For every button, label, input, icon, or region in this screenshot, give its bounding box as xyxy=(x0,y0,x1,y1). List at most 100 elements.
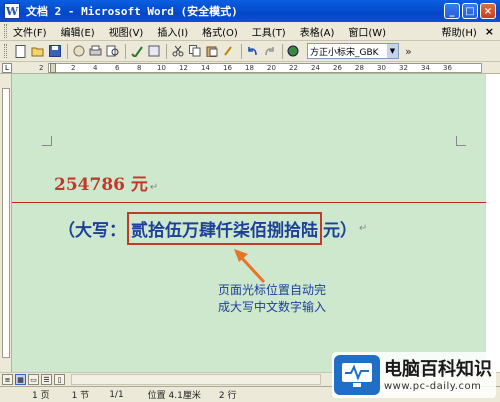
toolbar-separator xyxy=(241,43,242,59)
amount-text[interactable]: 254786 元 ↵ xyxy=(54,170,158,195)
print-icon[interactable] xyxy=(88,44,103,59)
toolbar-separator xyxy=(166,43,167,59)
tab-selector-icon[interactable]: L xyxy=(2,63,12,73)
daxie-value: 贰拾伍万肆仟柒佰捌拾陆 xyxy=(131,221,318,241)
paragraph-mark: ↵ xyxy=(149,182,159,193)
cut-icon[interactable] xyxy=(170,44,185,59)
toolbar-grip[interactable] xyxy=(4,44,7,58)
status-section: 1 节 xyxy=(71,391,90,401)
monitor-logo-icon xyxy=(334,355,380,395)
font-name-select[interactable]: 方正小标宋_GBK ▼ xyxy=(307,43,399,59)
document-area[interactable]: 254786 元 ↵ （大写： 贰拾伍万肆仟柒佰捌拾陆 元） ↵ 页面光标位置自动完 成… xyxy=(12,74,486,372)
toolbar-separator xyxy=(67,43,68,59)
ruler-number: 14 xyxy=(201,64,210,72)
ruler-number: 28 xyxy=(355,64,364,72)
annotation-arrow-icon xyxy=(234,249,266,284)
chinese-amount-line[interactable]: （大写： 贰拾伍万肆仟柒佰捌拾陆 元） ↵ xyxy=(58,212,367,245)
standard-toolbar: 方正小标宋_GBK ▼ » xyxy=(0,41,500,62)
outline-view-icon[interactable]: ☰ xyxy=(41,374,52,385)
red-guide-line xyxy=(12,202,486,203)
note-line-2: 成大写中文数字输入 xyxy=(217,300,326,314)
title-bar: W 文档 2 - Microsoft Word (安全模式) _ □ × xyxy=(0,0,500,22)
close-button[interactable]: × xyxy=(480,3,496,19)
minimize-button[interactable]: _ xyxy=(444,3,460,19)
ruler-number: 4 xyxy=(93,64,98,72)
note-line-1: 页面光标位置自动完 xyxy=(217,283,326,297)
menu-bar: 文件(F) 编辑(E) 视图(V) 插入(I) 格式(O) 工具(T) 表格(A… xyxy=(0,22,500,41)
menu-window[interactable]: 窗口(W) xyxy=(348,24,386,39)
ruler-number: 36 xyxy=(443,64,452,72)
status-line: 2 行 xyxy=(218,391,237,401)
maximize-button[interactable]: □ xyxy=(462,3,478,19)
daxie-open: （大写： xyxy=(58,221,126,241)
status-page: 1 页 xyxy=(32,391,50,401)
indent-marker[interactable] xyxy=(50,63,56,73)
ruler-number: 10 xyxy=(157,64,166,72)
horizontal-ruler[interactable]: L 2 2 4 6 8 10 12 14 16 18 20 22 24 26 2… xyxy=(0,62,500,74)
ruler-number: 20 xyxy=(267,64,276,72)
status-position: 位置 4.1厘米 xyxy=(147,391,201,401)
doc-close-icon[interactable]: × xyxy=(485,25,494,38)
paragraph-mark: ↵ xyxy=(359,223,368,234)
watermark-brand: 电脑百科知识 xyxy=(384,358,492,380)
menu-help[interactable]: 帮助(H) xyxy=(441,24,476,39)
permission-icon[interactable] xyxy=(71,44,86,59)
daxie-highlight-box: 贰拾伍万肆仟柒佰捌拾陆 xyxy=(127,212,322,245)
ruler-number: 2 xyxy=(39,64,44,72)
watermark-url: www.pc-daily.com xyxy=(384,380,482,392)
ruler-number: 30 xyxy=(377,64,386,72)
menu-tools[interactable]: 工具(T) xyxy=(252,24,286,39)
font-name-value: 方正小标宋_GBK xyxy=(310,47,379,58)
web-layout-icon[interactable]: ▦ xyxy=(15,374,26,385)
format-painter-icon[interactable] xyxy=(221,44,236,59)
spelling-icon[interactable] xyxy=(129,44,144,59)
ruler-number: 24 xyxy=(311,64,320,72)
ruler-number: 6 xyxy=(115,64,120,72)
hyperlink-icon[interactable] xyxy=(286,44,301,59)
vertical-ruler[interactable] xyxy=(0,74,12,372)
save-icon[interactable] xyxy=(47,44,62,59)
daxie-close: 元） xyxy=(323,221,357,241)
ruler-number: 18 xyxy=(245,64,254,72)
redo-icon[interactable] xyxy=(262,44,277,59)
ruler-numbers: 2 2 4 6 8 10 12 14 16 18 20 22 24 26 28 … xyxy=(39,64,481,74)
new-document-icon[interactable] xyxy=(13,44,28,59)
research-icon[interactable] xyxy=(146,44,161,59)
reading-view-icon[interactable]: ▯ xyxy=(54,374,65,385)
horizontal-scrollbar[interactable] xyxy=(71,374,321,385)
page-corner-mark xyxy=(456,136,466,146)
ruler-number: 16 xyxy=(223,64,232,72)
ruler-number: 22 xyxy=(289,64,298,72)
amount-value: 254786 元 xyxy=(54,175,148,195)
ruler-number: 26 xyxy=(333,64,342,72)
menu-file[interactable]: 文件(F) xyxy=(13,24,47,39)
print-preview-icon[interactable] xyxy=(105,44,120,59)
ruler-scale: 2 2 4 6 8 10 12 14 16 18 20 22 24 26 28 … xyxy=(39,63,482,74)
menu-insert[interactable]: 插入(I) xyxy=(157,24,188,39)
page-corner-mark xyxy=(42,136,52,146)
copy-icon[interactable] xyxy=(187,44,202,59)
open-folder-icon[interactable] xyxy=(30,44,45,59)
menu-edit[interactable]: 编辑(E) xyxy=(61,24,95,39)
paste-icon[interactable] xyxy=(204,44,219,59)
watermark-logo: 电脑百科知识 www.pc-daily.com xyxy=(332,352,496,398)
ruler-number: 12 xyxy=(179,64,188,72)
menu-grip[interactable] xyxy=(4,24,7,38)
word-app-icon[interactable]: W xyxy=(4,3,20,19)
print-layout-icon[interactable]: ▭ xyxy=(28,374,39,385)
chevron-down-icon[interactable]: ▼ xyxy=(387,44,398,58)
ruler-number: 34 xyxy=(421,64,430,72)
toolbar-separator xyxy=(125,43,126,59)
toolbar-overflow-icon[interactable]: » xyxy=(405,45,412,58)
menu-view[interactable]: 视图(V) xyxy=(109,24,144,39)
vertical-ruler-scale xyxy=(2,88,10,358)
annotation-note: 页面光标位置自动完 成大写中文数字输入 xyxy=(182,282,362,316)
undo-icon[interactable] xyxy=(245,44,260,59)
window-title: 文档 2 - Microsoft Word (安全模式) xyxy=(26,5,238,18)
ruler-number: 32 xyxy=(399,64,408,72)
menu-table[interactable]: 表格(A) xyxy=(300,24,335,39)
normal-view-icon[interactable]: ≡ xyxy=(2,374,13,385)
status-page-of: 1/1 xyxy=(109,389,124,400)
ruler-number: 8 xyxy=(137,64,142,72)
menu-format[interactable]: 格式(O) xyxy=(202,24,238,39)
